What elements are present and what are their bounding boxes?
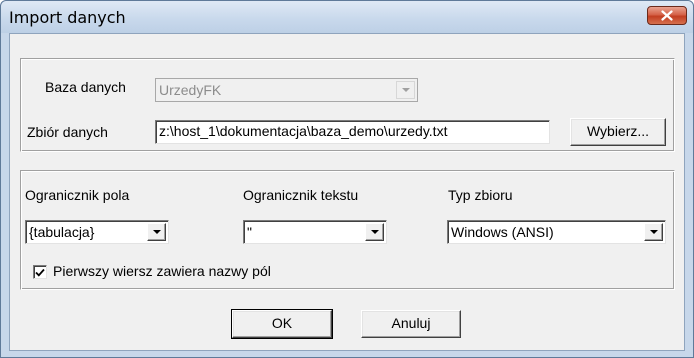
text-delimiter-value: " bbox=[247, 224, 252, 240]
dialog-title: Import danych bbox=[9, 8, 126, 27]
chevron-down-icon bbox=[401, 88, 410, 92]
header-row-checkbox[interactable] bbox=[33, 265, 47, 279]
chevron-down-icon bbox=[370, 230, 379, 234]
field-delimiter-arrow[interactable] bbox=[147, 223, 166, 241]
dialog-body: Baza danych UrzedyFK Zbiór danych z:\hos… bbox=[9, 33, 685, 351]
header-row-label[interactable]: Pierwszy wiersz zawiera nazwy pól bbox=[53, 263, 271, 279]
database-label: Baza danych bbox=[45, 79, 126, 95]
database-select-value: UrzedyFK bbox=[159, 82, 222, 98]
file-type-label: Typ zbioru bbox=[448, 187, 513, 203]
field-delimiter-select[interactable]: {tabulacja} bbox=[25, 220, 169, 244]
import-dialog: Import danych Baza danych UrzedyFK Zbiór… bbox=[0, 0, 694, 358]
file-type-select[interactable]: Windows (ANSI) bbox=[447, 220, 666, 244]
close-icon bbox=[661, 10, 673, 21]
database-select-arrow bbox=[396, 81, 415, 99]
title-bar: Import danych bbox=[1, 1, 693, 33]
checkmark-icon bbox=[35, 268, 45, 277]
file-type-value: Windows (ANSI) bbox=[451, 224, 554, 240]
file-type-arrow[interactable] bbox=[644, 223, 663, 241]
ok-button[interactable]: OK bbox=[231, 309, 333, 339]
cancel-button[interactable]: Anuluj bbox=[361, 310, 461, 338]
field-delimiter-value: {tabulacja} bbox=[29, 224, 95, 240]
text-delimiter-select[interactable]: " bbox=[243, 220, 387, 244]
field-delimiter-label: Ogranicznik pola bbox=[25, 187, 130, 203]
browse-button[interactable]: Wybierz... bbox=[570, 118, 666, 146]
chevron-down-icon bbox=[152, 230, 161, 234]
dataset-label: Zbiór danych bbox=[27, 124, 108, 140]
close-button[interactable] bbox=[647, 6, 687, 25]
dataset-path-input[interactable]: z:\host_1\dokumentacja\baza_demo\urzedy.… bbox=[155, 120, 550, 144]
text-delimiter-arrow[interactable] bbox=[365, 223, 384, 241]
database-select[interactable]: UrzedyFK bbox=[155, 78, 418, 102]
chevron-down-icon bbox=[649, 230, 658, 234]
text-delimiter-label: Ogranicznik tekstu bbox=[243, 187, 359, 203]
